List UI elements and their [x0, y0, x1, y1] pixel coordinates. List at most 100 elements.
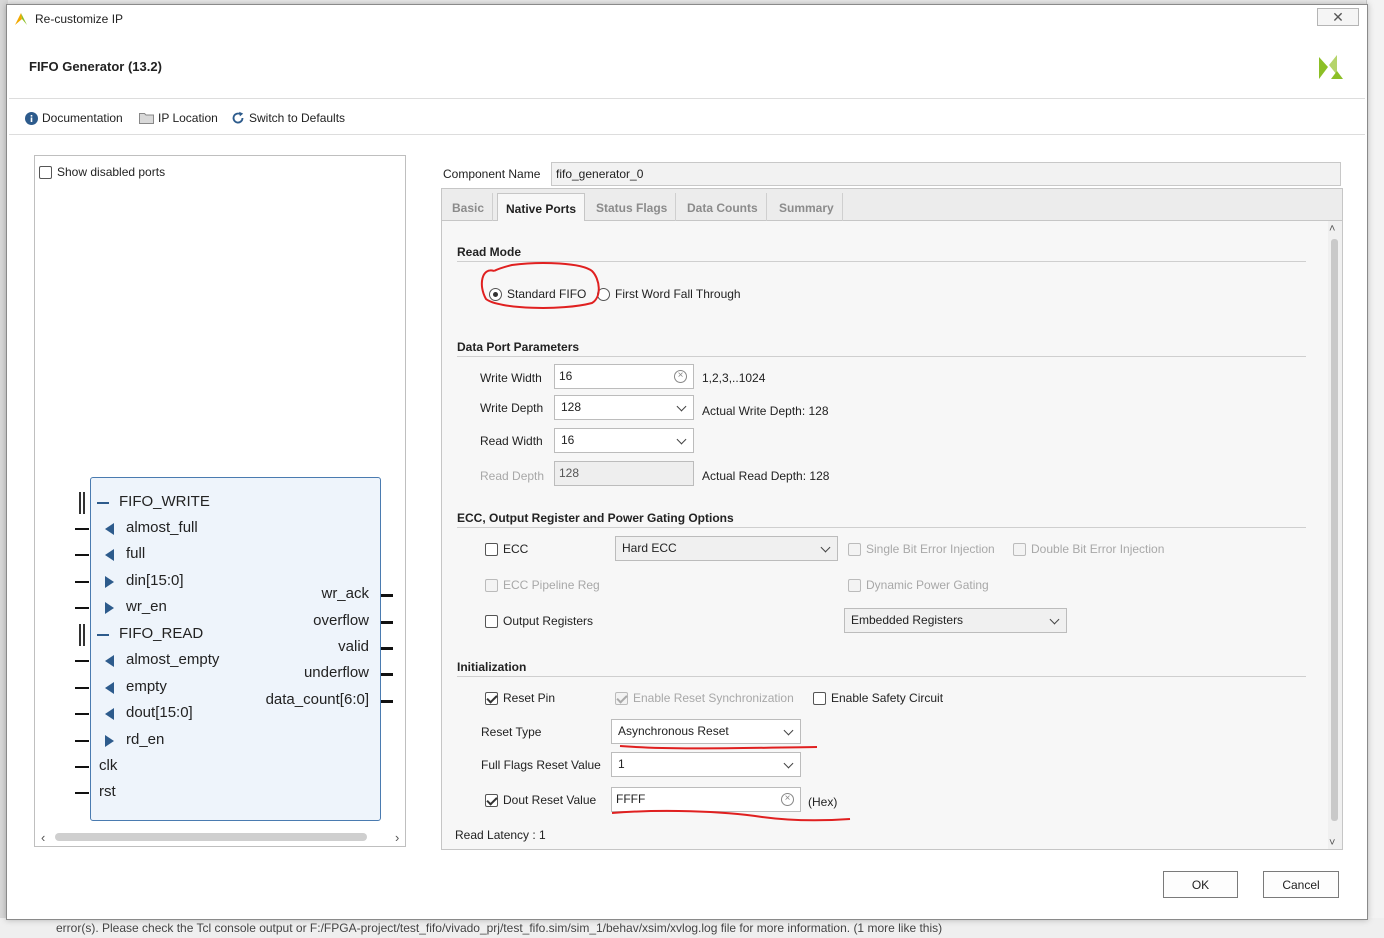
full-flags-reset-select[interactable]: 1 — [611, 752, 801, 777]
enable-reset-sync-label: Enable Reset Synchronization — [633, 691, 794, 705]
cancel-button[interactable]: Cancel — [1263, 871, 1339, 898]
actual-read-depth: Actual Read Depth: 128 — [702, 469, 830, 483]
output-arrow-icon — [105, 576, 114, 588]
double-bit-error-checkbox[interactable] — [1013, 542, 1026, 556]
component-name-field[interactable]: fifo_generator_0 — [551, 162, 1341, 186]
show-disabled-ports-check[interactable] — [39, 165, 52, 179]
write-width-input[interactable]: 16 × — [554, 364, 694, 389]
divider — [457, 261, 1306, 262]
read-depth-field: 128 — [554, 461, 694, 486]
reset-pin-row[interactable]: Reset Pin — [485, 691, 555, 705]
documentation-button[interactable]: Documentation — [25, 111, 123, 125]
tab-status-flags[interactable]: Status Flags — [588, 193, 677, 221]
show-disabled-ports-label: Show disabled ports — [57, 165, 166, 179]
write-depth-label: Write Depth — [480, 401, 544, 415]
write-width-range: 1,2,3,..1024 — [702, 371, 766, 385]
double-bit-error-label: Double Bit Error Injection — [1031, 542, 1165, 556]
double-bit-error-row[interactable]: Double Bit Error Injection — [1013, 542, 1164, 556]
ok-button[interactable]: OK — [1163, 871, 1238, 898]
tab-data-counts[interactable]: Data Counts — [679, 193, 767, 221]
read-width-select[interactable]: 16 — [554, 428, 694, 453]
dynamic-power-row[interactable]: Dynamic Power Gating — [848, 578, 989, 592]
pin-almost-full — [75, 528, 89, 530]
enable-safety-row[interactable]: Enable Safety Circuit — [813, 691, 943, 705]
switch-to-defaults-button[interactable]: Switch to Defaults — [231, 111, 345, 125]
output-arrow-icon — [105, 602, 114, 614]
ip-symbol-panel: Show disabled ports FIFO_WRITE almost_fu… — [34, 155, 406, 847]
horizontal-scrollbar[interactable]: ‹ › — [39, 830, 403, 845]
background-right-strip — [1366, 0, 1384, 938]
scroll-thumb[interactable] — [1331, 239, 1338, 821]
scroll-thumb[interactable] — [55, 833, 367, 841]
tab-basic[interactable]: Basic — [444, 193, 494, 221]
component-name-row: Component Name fifo_generator_0 — [443, 162, 1341, 186]
port-rst: rst — [99, 783, 116, 800]
full-flags-reset-label: Full Flags Reset Value — [481, 758, 601, 772]
pin-full — [75, 554, 89, 556]
output-registers-row[interactable]: Output Registers — [485, 614, 593, 628]
write-depth-select[interactable]: 128 — [554, 395, 694, 420]
fifo-write-collapse-icon[interactable] — [97, 502, 109, 504]
enable-reset-sync-checkbox[interactable] — [615, 691, 628, 705]
ip-location-button[interactable]: IP Location — [139, 111, 218, 125]
single-bit-error-row[interactable]: Single Bit Error Injection — [848, 542, 995, 556]
ecc-pipeline-row[interactable]: ECC Pipeline Reg — [485, 578, 600, 592]
dout-reset-label: Dout Reset Value — [503, 793, 597, 807]
clear-icon[interactable]: × — [674, 370, 687, 383]
scroll-down-icon[interactable]: ˅ — [1329, 837, 1335, 849]
scroll-right-icon[interactable]: › — [395, 830, 399, 845]
fifo-write-bus-pin — [79, 492, 85, 514]
chevron-down-icon — [783, 725, 794, 736]
single-bit-error-checkbox[interactable] — [848, 542, 861, 556]
ecc-pipeline-label: ECC Pipeline Reg — [503, 578, 600, 592]
xilinx-logo-icon — [1319, 55, 1343, 79]
title-bar: Re-customize IP ✕ — [7, 5, 1367, 33]
dynamic-power-checkbox[interactable] — [848, 578, 861, 592]
full-flags-reset-value: 1 — [618, 757, 625, 771]
dout-reset-row[interactable]: Dout Reset Value — [485, 793, 596, 807]
vertical-scrollbar[interactable]: ˄ ˅ — [1328, 221, 1342, 849]
pin-clk — [75, 766, 89, 768]
read-width-label: Read Width — [480, 434, 543, 448]
dout-reset-input[interactable]: FFFF × — [611, 787, 801, 812]
ecc-checkbox[interactable] — [485, 542, 498, 556]
scroll-left-icon[interactable]: ‹ — [41, 830, 45, 845]
fwft-option[interactable]: First Word Fall Through — [597, 287, 741, 301]
registers-type-select[interactable]: Embedded Registers — [844, 608, 1067, 633]
ecc-type-select[interactable]: Hard ECC — [615, 536, 838, 561]
port-fifo-read: FIFO_READ — [119, 625, 204, 642]
close-button[interactable]: ✕ — [1317, 8, 1359, 26]
standard-fifo-option[interactable]: Standard FIFO — [489, 287, 586, 301]
write-depth-value: 128 — [561, 400, 582, 414]
port-underflow: underflow — [303, 664, 369, 681]
enable-reset-sync-row[interactable]: Enable Reset Synchronization — [615, 691, 794, 705]
reset-pin-checkbox[interactable] — [485, 691, 498, 705]
fifo-read-collapse-icon[interactable] — [97, 634, 109, 636]
scroll-up-icon[interactable]: ˄ — [1329, 223, 1335, 235]
ecc-checkbox-row[interactable]: ECC — [485, 542, 528, 556]
read-latency: Read Latency : 1 — [455, 828, 546, 842]
output-registers-checkbox[interactable] — [485, 614, 498, 628]
port-almost-empty: almost_empty — [126, 651, 220, 668]
fwft-radio[interactable] — [597, 287, 610, 301]
vivado-app-icon — [15, 13, 27, 25]
port-clk: clk — [99, 757, 118, 774]
divider — [457, 676, 1306, 677]
enable-safety-checkbox[interactable] — [813, 691, 826, 705]
toolbar: Documentation IP Location Switch to Defa… — [9, 101, 1365, 135]
tab-native-ports[interactable]: Native Ports — [497, 193, 586, 222]
chevron-down-icon — [820, 542, 831, 553]
standard-fifo-radio[interactable] — [489, 287, 502, 301]
actual-write-depth: Actual Write Depth: 128 — [702, 404, 829, 418]
window-title: Re-customize IP — [35, 12, 124, 26]
tab-summary[interactable]: Summary — [771, 193, 843, 221]
ecc-pipeline-checkbox[interactable] — [485, 578, 498, 592]
pin-almost-empty — [75, 660, 89, 662]
read-mode-title: Read Mode — [457, 245, 522, 259]
show-disabled-ports-checkbox[interactable]: Show disabled ports — [39, 165, 165, 179]
port-fifo-write: FIFO_WRITE — [119, 493, 210, 510]
dout-reset-checkbox[interactable] — [485, 793, 498, 807]
clear-icon[interactable]: × — [781, 793, 794, 806]
reset-type-select[interactable]: Asynchronous Reset — [611, 719, 801, 744]
recustomize-ip-dialog: Re-customize IP ✕ FIFO Generator (13.2) … — [6, 4, 1368, 920]
